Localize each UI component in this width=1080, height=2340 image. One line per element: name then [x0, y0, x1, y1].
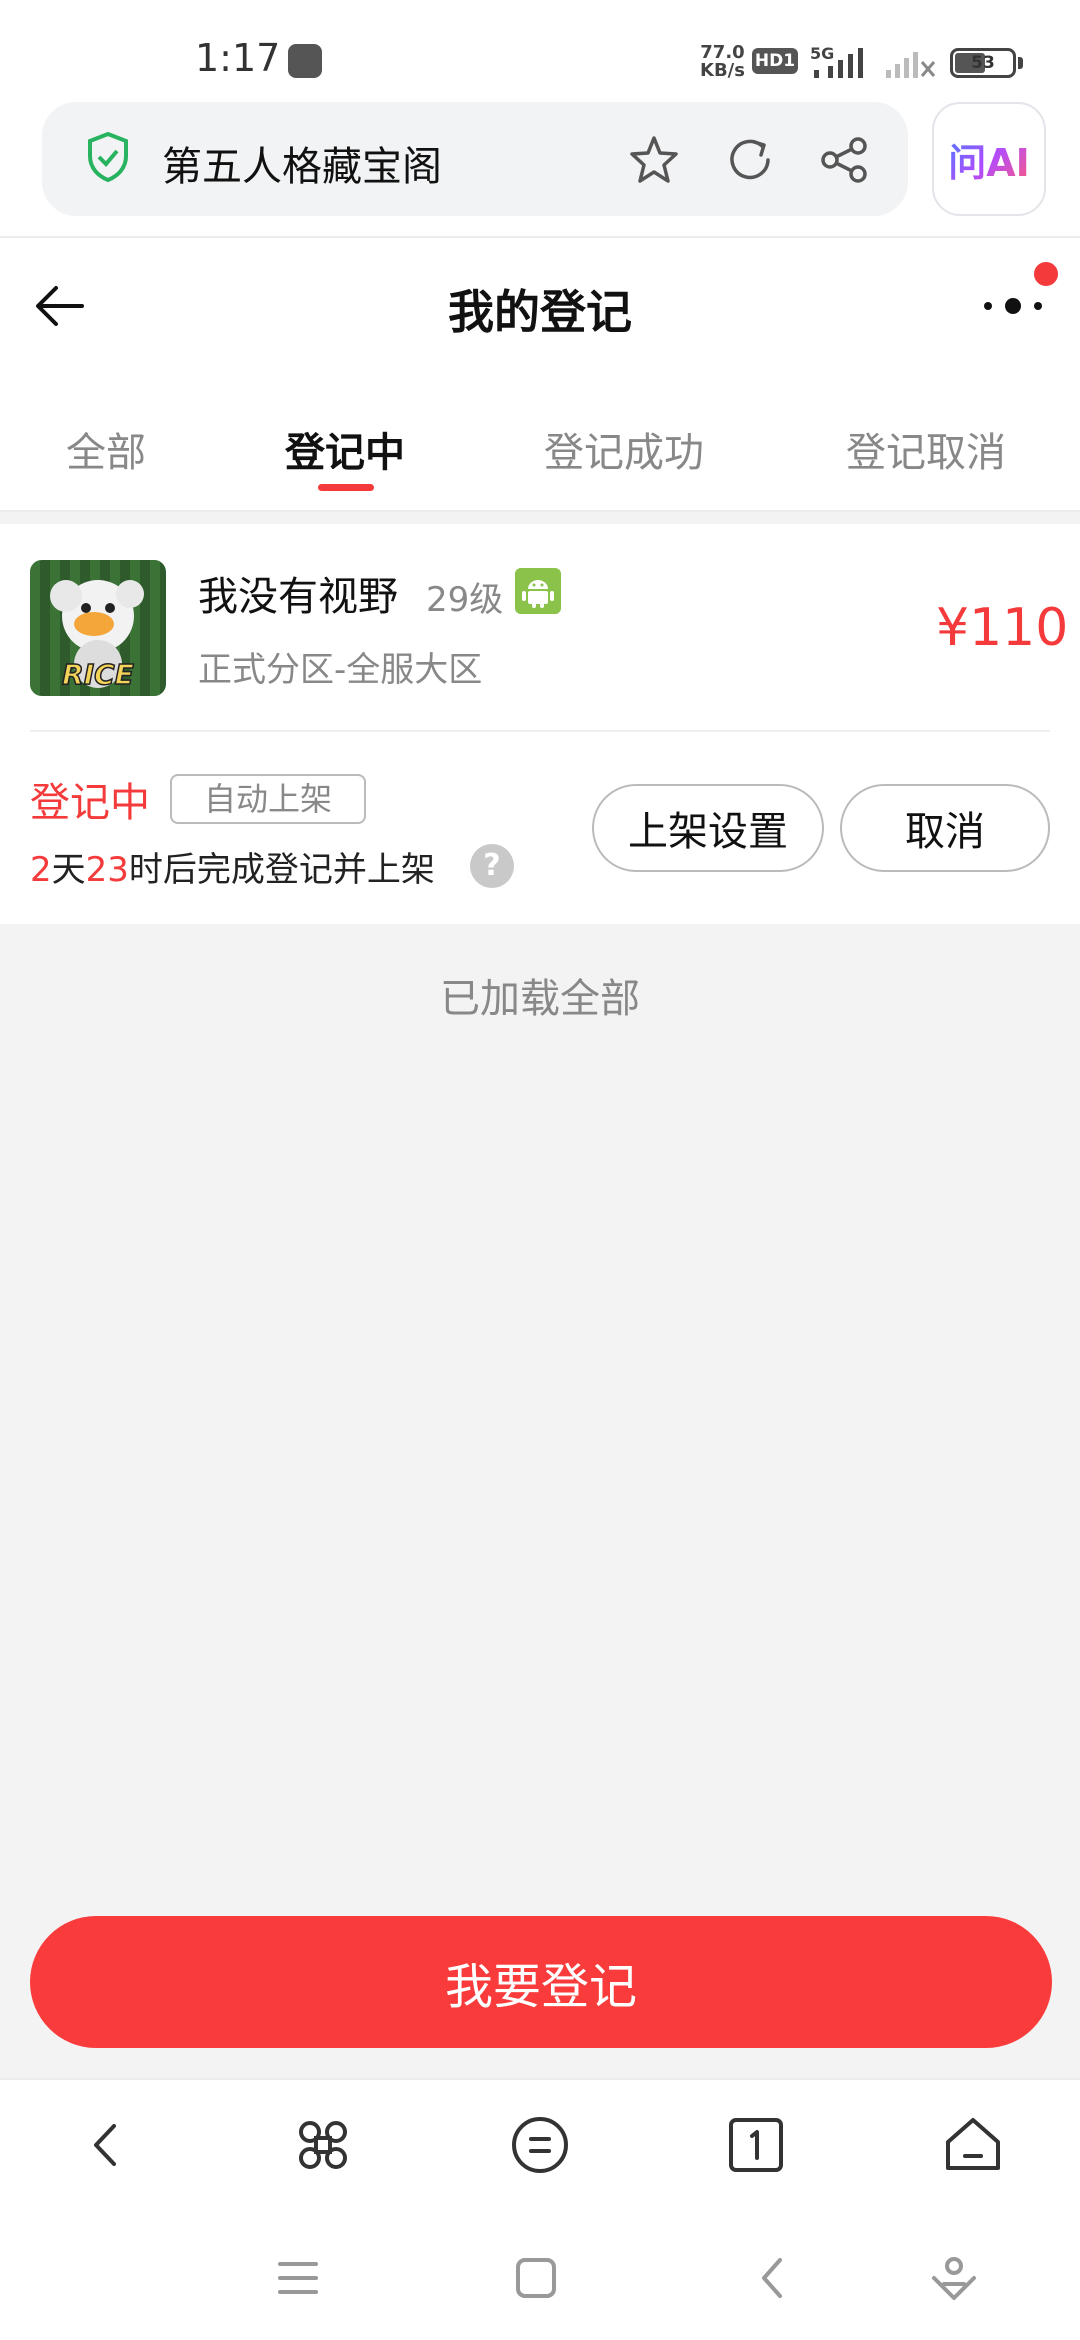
shield-icon [88, 132, 128, 182]
character-avatar[interactable]: RICE [30, 560, 166, 696]
loaded-all-text: 已加载全部 [440, 976, 640, 1022]
auto-listing-tag: 自动上架 [170, 774, 366, 824]
apps-icon[interactable] [290, 2112, 356, 2178]
countdown-suffix: 时后完成登记并上架 [128, 850, 435, 890]
signal-strength-icon [814, 48, 863, 78]
share-icon[interactable] [816, 132, 872, 188]
more-options-icon[interactable] [978, 286, 1048, 326]
battery-level: 53 [971, 53, 995, 73]
system-back-icon[interactable] [746, 2250, 802, 2306]
android-icon [515, 568, 561, 614]
card-divider [30, 730, 1050, 732]
server-region: 正式分区-全服大区 [198, 650, 483, 690]
notification-dot [1034, 262, 1058, 286]
star-icon[interactable] [626, 132, 682, 188]
character-avatar-image: RICE [30, 560, 166, 696]
listing-price: ¥110 [936, 598, 1069, 658]
ask-ai-button[interactable]: 问AI [932, 102, 1046, 216]
signal-weak-icon [886, 52, 936, 78]
countdown-days: 2 [30, 850, 52, 890]
page-address-title[interactable]: 第五人格藏宝阁 [162, 134, 442, 192]
home-icon[interactable] [940, 2112, 1006, 2178]
notification-app-icon [288, 44, 322, 78]
registration-status: 登记中 [30, 780, 150, 826]
network-speed-unit: KB/s [700, 60, 745, 81]
menu-icon[interactable] [507, 2112, 573, 2178]
cancel-button[interactable]: 取消 [840, 784, 1050, 872]
ask-ai-label: 问AI [948, 132, 1030, 187]
network-speed: 77.0 KB/s [700, 44, 745, 80]
character-name: 我没有视野 [198, 574, 398, 620]
assistant-icon[interactable] [926, 2250, 982, 2306]
battery-tip [1018, 57, 1023, 69]
home-square-icon[interactable] [508, 2250, 564, 2306]
reload-icon[interactable] [722, 132, 778, 188]
active-tab-indicator [318, 484, 374, 491]
help-icon[interactable]: ? [470, 844, 514, 888]
register-button[interactable]: 我要登记 [30, 1916, 1052, 2048]
tabs-icon[interactable] [723, 2112, 789, 2178]
avatar-logo-text: RICE [62, 658, 134, 691]
character-level: 29级 [426, 580, 504, 620]
tab-registering[interactable]: 登记中 [285, 420, 405, 478]
browser-back-icon[interactable] [74, 2112, 140, 2178]
countdown-text: 2天23时后完成登记并上架 [30, 842, 435, 891]
countdown-day-unit: 天 [51, 850, 86, 890]
battery-icon: 53 [950, 48, 1016, 78]
tab-cancelled[interactable]: 登记取消 [846, 420, 1006, 478]
page-title: 我的登记 [448, 285, 632, 339]
tab-all[interactable]: 全部 [66, 420, 146, 478]
countdown-hours: 23 [85, 850, 129, 890]
listing-settings-button[interactable]: 上架设置 [592, 784, 824, 872]
status-time: 1:17 [195, 36, 281, 80]
tab-registered[interactable]: 登记成功 [544, 420, 704, 478]
hd-badge: HD1 [752, 48, 798, 74]
recent-apps-icon[interactable] [270, 2250, 326, 2306]
